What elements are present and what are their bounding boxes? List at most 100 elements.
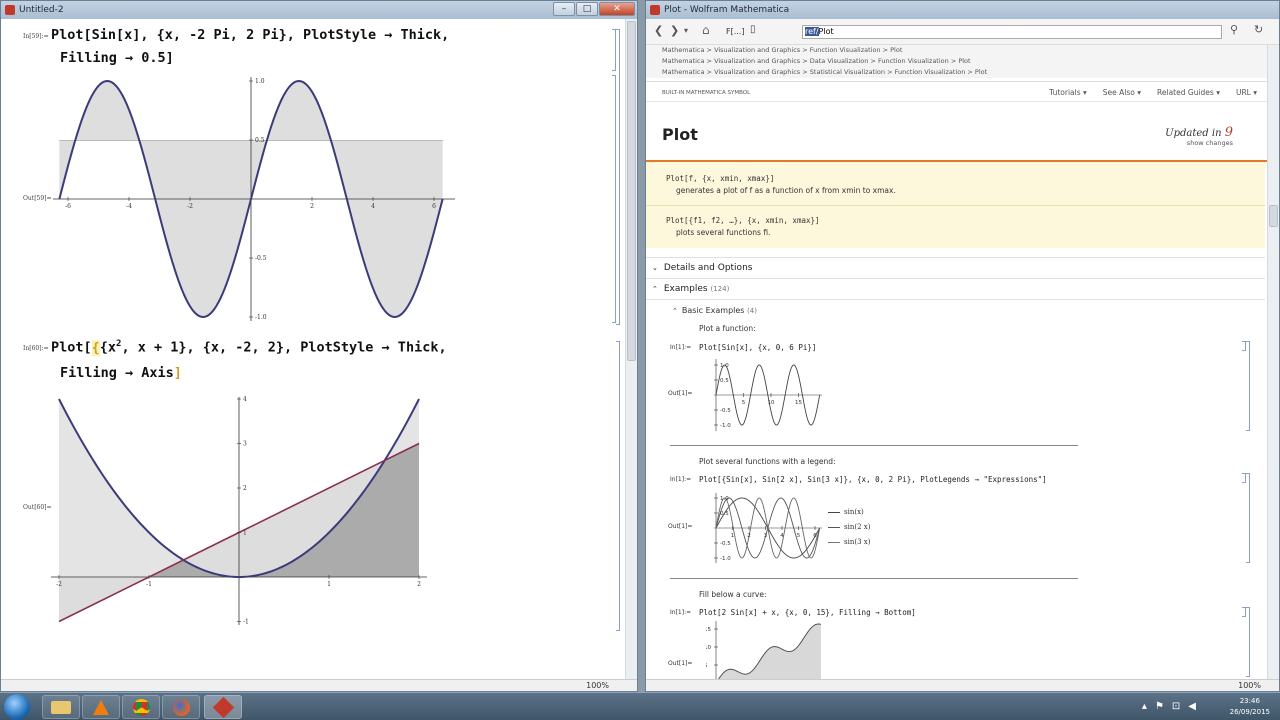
zoom-level[interactable]: 100% xyxy=(1238,681,1261,690)
cell-bracket[interactable] xyxy=(1246,607,1250,677)
search-input[interactable]: ref/Plot xyxy=(802,25,1222,39)
clock-date: 26/09/2015 xyxy=(1229,708,1270,716)
x-tick-label: -4 xyxy=(126,203,132,210)
maximize-button[interactable]: □ xyxy=(576,2,598,16)
mathematica-taskbar-button[interactable] xyxy=(204,695,242,719)
sine-plot[interactable]: -6 -4 -2 2 4 6 1.0 0.5 -0.5 -1.0 xyxy=(47,73,467,325)
example-separator xyxy=(670,445,1078,446)
search-icon[interactable]: ⚲ xyxy=(1230,23,1238,36)
legend-item: sin(x) xyxy=(828,505,870,520)
firefox-taskbar-button[interactable] xyxy=(162,695,200,719)
clock-time: 23:46 xyxy=(1239,697,1260,705)
doc-titlebar[interactable]: Plot - Wolfram Mathematica xyxy=(646,1,1279,19)
y-tick-label: -1 xyxy=(243,619,249,626)
y-tick-label: -1.0 xyxy=(720,423,731,429)
x-tick-label: 3 xyxy=(764,533,768,539)
window-title: Untitled-2 xyxy=(19,5,64,15)
chrome-taskbar-button[interactable] xyxy=(122,695,160,719)
in-label: In[60]:= xyxy=(23,345,49,352)
y-tick-label: 10 xyxy=(706,645,711,651)
cell-bracket[interactable] xyxy=(1246,341,1250,431)
y-tick-label: 1.0 xyxy=(255,78,265,85)
input-code-line[interactable]: Plot[{{x2, x + 1}, {x, -2, 2}, PlotStyle… xyxy=(51,339,447,356)
doc-navbar: ❮ ❯ ▾ ⌂ F[...] ▯ ref/Plot ⚲ ↻ xyxy=(646,19,1279,45)
folder-icon xyxy=(51,701,71,714)
status-bar: 100% xyxy=(646,679,1279,691)
y-tick-label: 0.5 xyxy=(720,511,729,517)
book-icon[interactable]: ▯ xyxy=(750,24,756,35)
history-dropdown-icon[interactable]: ▾ xyxy=(684,26,688,35)
input-code-line[interactable]: Filling → Axis] xyxy=(60,365,182,381)
chevron-up-icon: ⌃ xyxy=(652,285,658,293)
cell-bracket[interactable] xyxy=(612,75,616,323)
x-tick-label: 15 xyxy=(795,400,802,406)
breadcrumb[interactable]: Mathematica > Visualization and Graphics… xyxy=(662,45,1279,56)
mathematica-icon xyxy=(212,696,234,719)
system-tray[interactable]: ▴⚑⊡◀ xyxy=(1142,701,1204,712)
input-code-line[interactable]: Plot[Sin[x], {x, -2 Pi, 2 Pi}, PlotStyle… xyxy=(51,27,449,43)
breadcrumbs: Mathematica > Visualization and Graphics… xyxy=(646,45,1279,78)
cell-bracket[interactable] xyxy=(612,29,616,71)
cell-bracket[interactable] xyxy=(616,341,620,631)
volume-icon: ◀ xyxy=(1188,701,1204,712)
home-icon[interactable]: ⌂ xyxy=(702,23,710,37)
clock[interactable]: 23:46 26/09/2015 xyxy=(1230,696,1270,718)
example-code[interactable]: Plot[{Sin[x], Sin[2 x], Sin[3 x]}, {x, 0… xyxy=(699,475,1047,484)
filled-area xyxy=(716,623,821,679)
cell-bracket[interactable] xyxy=(1246,473,1250,563)
scrollbar-thumb[interactable] xyxy=(627,21,636,361)
y-tick-label: 1.0 xyxy=(720,496,729,502)
network-icon: ⊡ xyxy=(1171,701,1189,712)
show-changes-link[interactable]: show changes xyxy=(1187,139,1233,147)
updated-badge: Updated in 9 xyxy=(1165,125,1233,140)
divider xyxy=(646,81,1267,82)
url-menu[interactable]: URL ▾ xyxy=(1236,88,1257,97)
x-tick-label: 5 xyxy=(742,400,746,406)
in-label: In[59]:= xyxy=(23,33,49,40)
minimize-button[interactable]: – xyxy=(553,2,575,16)
search-prefix: ref/ xyxy=(805,27,819,36)
x-tick-label: 2 xyxy=(310,203,314,210)
related-guides-menu[interactable]: Related Guides ▾ xyxy=(1157,88,1220,97)
legend-label: sin(3 x) xyxy=(844,538,871,546)
example2-plot[interactable]: 1 2 3 4 5 6 1.0 0.5 -0.5 -1.0 xyxy=(706,491,826,565)
back-icon[interactable]: ❮ xyxy=(654,24,663,37)
examples-section[interactable]: ⌃ Examples (124) xyxy=(652,284,1267,294)
vertical-scrollbar[interactable] xyxy=(625,19,637,679)
updated-label: Updated in xyxy=(1165,128,1222,139)
flag-icon: ⚑ xyxy=(1154,701,1172,712)
notebook-window[interactable]: Untitled-2 – □ ✕ In[59]:= Plot[Sin[x], {… xyxy=(0,0,638,692)
function-navigator-button[interactable]: F[...] xyxy=(726,27,744,36)
zoom-level[interactable]: 100% xyxy=(586,681,609,690)
example-code[interactable]: Plot[Sin[x], {x, 0, 6 Pi}] xyxy=(699,343,816,352)
forward-icon[interactable]: ❯ xyxy=(670,24,679,37)
breadcrumb[interactable]: Mathematica > Visualization and Graphics… xyxy=(662,56,1279,67)
tutorials-menu[interactable]: Tutorials ▾ xyxy=(1049,88,1087,97)
in-label: In[1]:= xyxy=(670,609,692,616)
start-button[interactable] xyxy=(4,694,30,720)
parabola-line-plot[interactable]: -2 -1 1 2 4 3 2 1 -1 xyxy=(45,391,435,631)
vlc-icon xyxy=(93,700,109,715)
example-code[interactable]: Plot[2 Sin[x] + x, {x, 0, 15}, Filling →… xyxy=(699,608,916,617)
x-tick-label: -6 xyxy=(65,203,71,210)
cell-bracket[interactable] xyxy=(616,29,620,325)
x-tick-label: 4 xyxy=(780,533,784,539)
input-code-line[interactable]: Filling → 0.5] xyxy=(60,50,174,66)
close-button[interactable]: ✕ xyxy=(599,2,635,16)
vlc-taskbar-button[interactable] xyxy=(82,695,120,719)
x-tick-label: 6 xyxy=(432,203,436,210)
y-tick-label: -1.0 xyxy=(255,314,267,321)
breadcrumb[interactable]: Mathematica > Visualization and Graphics… xyxy=(662,67,1279,78)
see-also-menu[interactable]: See Also ▾ xyxy=(1103,88,1141,97)
details-section[interactable]: ⌄ Details and Options xyxy=(652,263,1267,273)
scrollbar-thumb[interactable] xyxy=(1269,205,1278,227)
notebook-titlebar[interactable]: Untitled-2 – □ ✕ xyxy=(1,1,637,19)
basic-examples-section[interactable]: ⌃ Basic Examples (4) xyxy=(672,306,757,315)
status-bar: 100% xyxy=(1,679,637,691)
example3-plot[interactable]: 15 10 5 xyxy=(706,621,826,679)
refresh-icon[interactable]: ↻ xyxy=(1254,23,1263,36)
example1-plot[interactable]: 5 10 15 1.0 0.5 -0.5 -1.0 xyxy=(706,357,826,433)
explorer-taskbar-button[interactable] xyxy=(42,695,80,719)
documentation-window[interactable]: Plot - Wolfram Mathematica ❮ ❯ ▾ ⌂ F[...… xyxy=(645,0,1280,692)
vertical-scrollbar[interactable] xyxy=(1267,45,1279,679)
